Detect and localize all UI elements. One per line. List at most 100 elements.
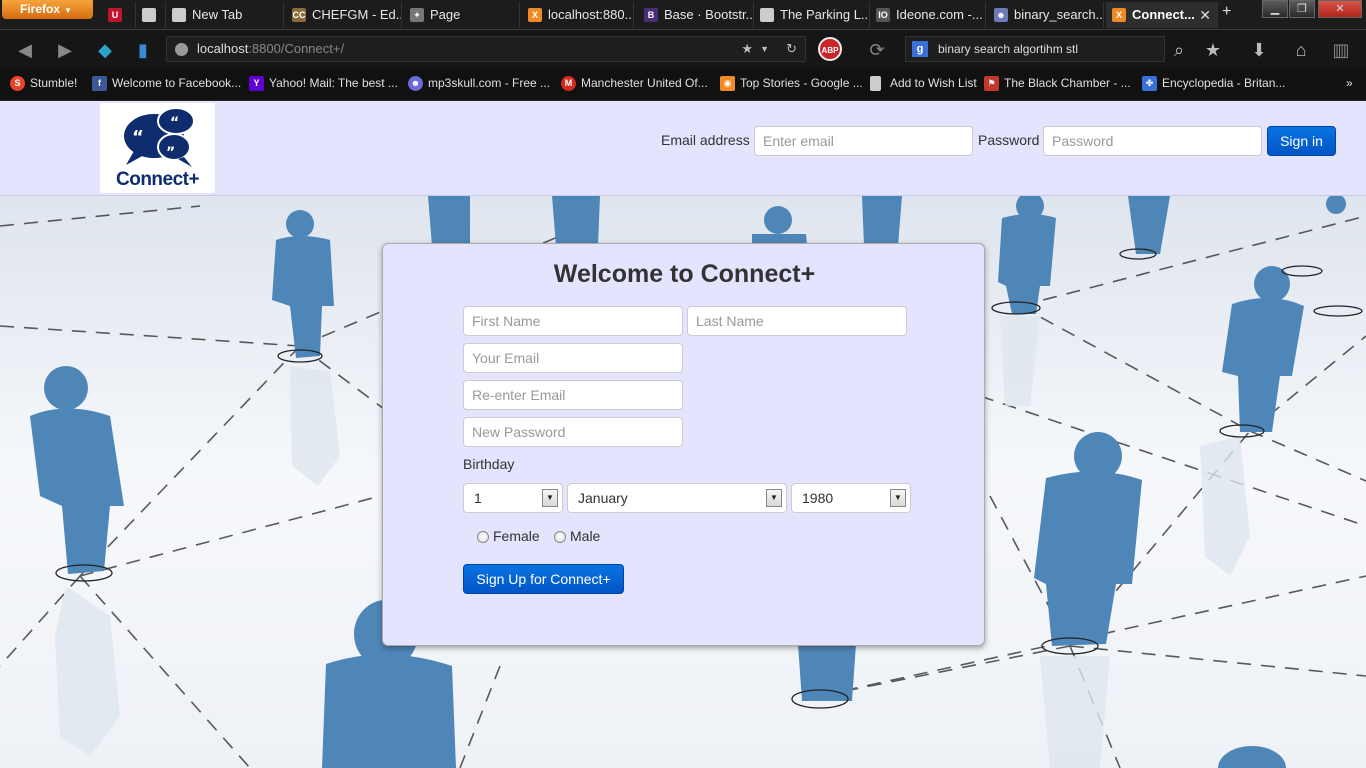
- bookmarks-menu-icon[interactable]: ★: [1200, 38, 1226, 62]
- adblock-icon[interactable]: ABP: [818, 37, 842, 61]
- codechef-icon: CC: [292, 8, 306, 22]
- tab-bootstrap[interactable]: B Base · Bootstr...: [638, 2, 754, 28]
- birthday-month-select[interactable]: January ▼: [567, 483, 787, 513]
- chevron-down-icon: ▼: [766, 489, 782, 507]
- last-name-field[interactable]: Last Name: [687, 306, 907, 336]
- page-content: “ “ ” Connect+ Email address Enter email…: [0, 101, 1366, 768]
- facebook-icon: f: [92, 76, 107, 91]
- stumbleupon-icon: S: [10, 76, 25, 91]
- new-password-field[interactable]: New Password: [463, 417, 683, 447]
- puzzle-icon: ✦: [410, 8, 424, 22]
- tab-localhost[interactable]: Xlocalhost:880...: [522, 2, 634, 28]
- home-icon[interactable]: ⌂: [1288, 38, 1314, 62]
- search-icon[interactable]: ⌕: [1166, 38, 1192, 62]
- login-email-input[interactable]: Enter email: [754, 126, 973, 156]
- birthday-label: Birthday: [463, 456, 515, 472]
- sign-up-button[interactable]: Sign Up for Connect+: [463, 564, 624, 594]
- gender-male-radio[interactable]: Male: [554, 528, 600, 544]
- uva-icon: U: [108, 8, 122, 22]
- birthday-year-select[interactable]: 1980 ▼: [791, 483, 911, 513]
- tab-label: Connect...: [1132, 7, 1195, 22]
- page-icon: [172, 8, 186, 22]
- tab-connect[interactable]: X Connect... ✕: [1106, 2, 1218, 28]
- bookmark-manutd[interactable]: M Manchester United Of...: [561, 76, 708, 91]
- firefox-menu-button[interactable]: Firefox ▼: [2, 0, 93, 19]
- login-password-input[interactable]: Password: [1043, 126, 1262, 156]
- tab-binary-search[interactable]: ☻ binary_search...: [988, 2, 1104, 28]
- stats-icon[interactable]: ▮: [130, 38, 156, 62]
- chevron-down-icon: ▼: [64, 6, 72, 15]
- pocket-icon[interactable]: ◆: [92, 38, 118, 62]
- people-icon: ☻: [994, 8, 1008, 22]
- logo-text: Connect+: [116, 169, 200, 190]
- window-close-button[interactable]: ✕: [1318, 0, 1362, 18]
- bookmark-label: Manchester United Of...: [581, 76, 708, 90]
- sign-in-button[interactable]: Sign in: [1267, 126, 1336, 156]
- page-icon: [142, 8, 156, 22]
- bookmark-mp3skull[interactable]: ☻ mp3skull.com - Free ...: [408, 76, 551, 91]
- tab-page[interactable]: ✦ Page: [404, 2, 520, 28]
- tab-parking[interactable]: The Parking L...: [754, 2, 870, 28]
- tab-blank[interactable]: [136, 2, 166, 28]
- bookmark-google-news[interactable]: ◉ Top Stories - Google ...: [720, 76, 863, 91]
- year-value: 1980: [802, 490, 834, 506]
- ideone-icon: IO: [876, 8, 890, 22]
- manutd-icon: M: [561, 76, 576, 91]
- site-header: “ “ ” Connect+ Email address Enter email…: [0, 101, 1366, 196]
- bookmark-label: Welcome to Facebook...: [112, 76, 242, 90]
- radio-circle[interactable]: [554, 531, 566, 543]
- tab-label: Ideone.com -...: [896, 7, 983, 22]
- alien-icon: ☻: [408, 76, 423, 91]
- reload-icon[interactable]: ↻: [786, 37, 797, 61]
- close-icon[interactable]: ✕: [1199, 2, 1211, 28]
- bookmark-yahoo[interactable]: Y Yahoo! Mail: The best ...: [249, 76, 398, 91]
- bookmark-black-chamber[interactable]: ⚑ The Black Chamber - ...: [984, 76, 1131, 91]
- chevron-down-icon[interactable]: ▼: [760, 37, 769, 61]
- page-icon: [760, 8, 774, 22]
- first-name-field[interactable]: First Name: [463, 306, 683, 336]
- browser-nav-bar: ◀ ▶ ◆ ▮ localhost:8800/Connect+/ ★ ▼ ↻ A…: [0, 29, 1366, 68]
- connect-logo[interactable]: “ “ ” Connect+: [100, 103, 215, 193]
- browser-tab-bar: Firefox ▼ U New Tab CC CHEFGM - Ed... ✦ Pag…: [0, 0, 1366, 29]
- month-value: January: [578, 490, 628, 506]
- birthday-day-select[interactable]: 1 ▼: [463, 483, 563, 513]
- email-field[interactable]: Your Email: [463, 343, 683, 373]
- svg-text:“: “: [170, 115, 179, 131]
- minimize-button[interactable]: ▁: [1262, 0, 1288, 18]
- new-tab-button[interactable]: +: [1222, 3, 1231, 21]
- britannica-icon: ✤: [1142, 76, 1157, 91]
- url-bar[interactable]: localhost:8800/Connect+/ ★ ▼ ↻: [166, 36, 806, 62]
- signup-panel: Welcome to Connect+ First Name Last Name…: [382, 243, 985, 646]
- tab-new-tab[interactable]: New Tab: [166, 2, 284, 28]
- forward-arrow-icon[interactable]: ▶: [52, 38, 78, 62]
- sync-icon[interactable]: ⟳: [864, 38, 890, 62]
- url-host: localhost: [197, 41, 249, 56]
- gender-female-radio[interactable]: Female: [477, 528, 540, 544]
- page-icon: [870, 76, 881, 91]
- bookmark-wish-list[interactable]: Add to Wish List: [870, 76, 977, 91]
- bookmark-label: Add to Wish List: [890, 76, 977, 90]
- maximize-button[interactable]: ❐: [1289, 0, 1315, 18]
- bookmarks-overflow-icon[interactable]: »: [1346, 76, 1353, 90]
- tab-chefgm[interactable]: CC CHEFGM - Ed...: [286, 2, 402, 28]
- download-icon[interactable]: ⬇: [1246, 38, 1272, 62]
- tab-ideone[interactable]: IO Ideone.com -...: [870, 2, 986, 28]
- search-text: binary search algortihm stl: [938, 42, 1079, 56]
- back-arrow-icon[interactable]: ◀: [12, 38, 38, 62]
- bars-icon[interactable]: ▥: [1328, 38, 1354, 62]
- svg-text:”: ”: [166, 145, 175, 161]
- tab-label: New Tab: [192, 7, 243, 22]
- bookmark-britannica[interactable]: ✤ Encyclopedia - Britan...: [1142, 76, 1285, 91]
- bookmark-star-icon[interactable]: ★: [741, 37, 753, 61]
- google-icon: g: [912, 41, 928, 57]
- bookmark-label: mp3skull.com - Free ...: [428, 76, 551, 90]
- bookmark-facebook[interactable]: f Welcome to Facebook...: [92, 76, 242, 91]
- bookmark-stumble[interactable]: S Stumble!: [10, 76, 77, 91]
- tab-uva[interactable]: U: [102, 2, 136, 28]
- rss-icon: ◉: [720, 76, 735, 91]
- search-bar[interactable]: g binary search algortihm stl: [905, 36, 1165, 62]
- bookmark-icon: ⚑: [984, 76, 999, 91]
- reenter-email-field[interactable]: Re-enter Email: [463, 380, 683, 410]
- bookmarks-bar: S Stumble! f Welcome to Facebook... Y Yahoo…: [0, 68, 1366, 101]
- radio-circle[interactable]: [477, 531, 489, 543]
